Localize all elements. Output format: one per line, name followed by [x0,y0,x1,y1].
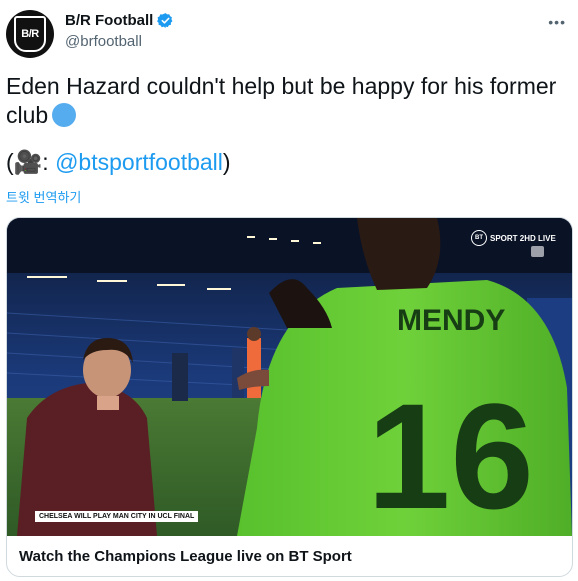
display-name[interactable]: B/R Football [65,12,153,29]
jersey-name: MENDY [397,304,505,337]
br-logo: B/R [14,16,46,52]
pause-icon[interactable] [531,246,544,257]
mention-link[interactable]: @btsportfootball [55,149,223,175]
tweet-text-line-1: Eden Hazard couldn't help but be happy f… [6,73,557,99]
tweet-text-club: club [6,102,49,128]
jersey-number: 16 [367,372,534,536]
handle[interactable]: @brfootball [65,33,142,50]
media-card[interactable]: MENDY 16 BT SPORT 2HD LIVE CHELSEA WILL … [6,217,573,577]
bt-logo-icon: BT [471,230,487,246]
tweet-text-line-2: club [6,101,566,130]
broadcaster-label: SPORT 2HD LIVE [490,233,556,243]
broadcaster-logo: BT SPORT 2HD LIVE [471,230,556,246]
video-caption: CHELSEA WILL PLAY MAN CITY IN UCL FINAL [35,511,199,522]
credit-suffix: ) [222,149,231,175]
avatar[interactable]: B/R [6,10,54,58]
translate-tweet-link[interactable]: 트윗 번역하기 [6,187,81,206]
camera-icon: (🎥: [6,149,56,175]
tweet-text: Eden Hazard couldn't help but be happy f… [6,72,566,177]
video-thumbnail[interactable]: MENDY 16 [7,218,572,536]
verified-badge-icon [157,13,173,28]
card-title[interactable]: Watch the Champions League live on BT Sp… [19,548,352,565]
more-options-icon[interactable]: ••• [548,14,566,30]
blue-circle-emoji-icon [52,103,77,127]
author-row: B/R Football [65,12,174,29]
credit-line: (🎥: @btsportfootball) [6,148,566,177]
